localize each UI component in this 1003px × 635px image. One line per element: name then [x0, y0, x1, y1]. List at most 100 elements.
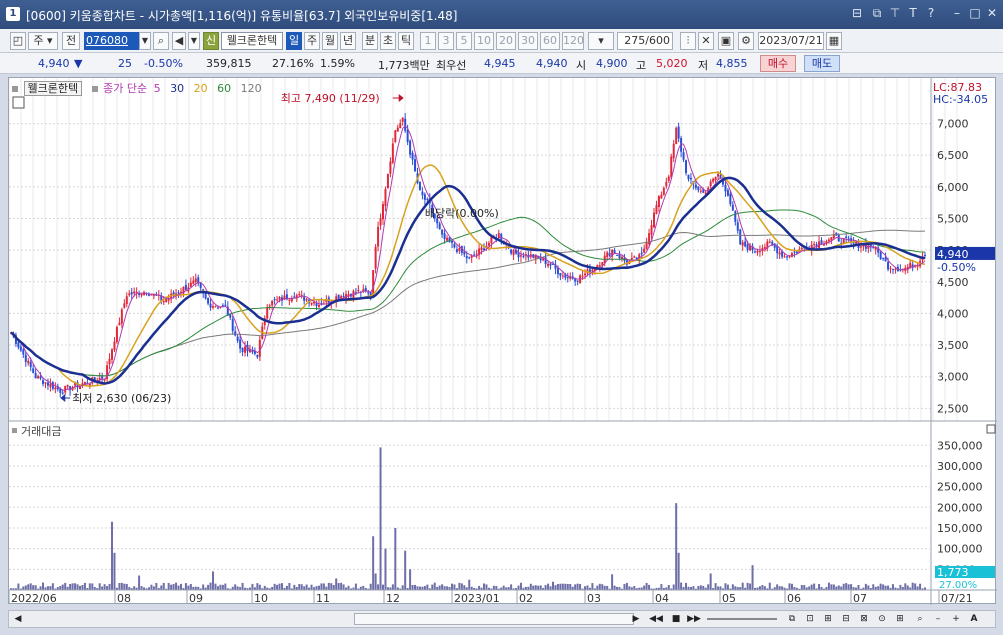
- text-size-icon[interactable]: A: [967, 612, 981, 626]
- maximize-icon[interactable]: □: [968, 6, 982, 20]
- date-field[interactable]: 2023/07/21: [758, 32, 824, 50]
- tab-period-week[interactable]: 주: [304, 32, 320, 50]
- save-icon[interactable]: ▣: [718, 32, 734, 50]
- copy-window-icon[interactable]: ⧉: [870, 6, 884, 20]
- candle-body: [699, 190, 702, 192]
- tab-period-year[interactable]: 년: [340, 32, 356, 50]
- stop-icon[interactable]: ■: [669, 612, 683, 626]
- print-preview-icon[interactable]: ⊠: [857, 612, 871, 626]
- legend-ma20[interactable]: 20: [194, 82, 208, 95]
- chart-icon[interactable]: ⊡: [803, 612, 817, 626]
- legend-ma60[interactable]: 60: [217, 82, 231, 95]
- gear-icon[interactable]: ⚙: [738, 32, 754, 50]
- minimize-icon[interactable]: –: [950, 6, 964, 20]
- legend-stock-name[interactable]: 웰크론한텍: [23, 81, 83, 96]
- interval-select[interactable]: ▾: [588, 32, 614, 50]
- market-type-select[interactable]: 주 ▾: [28, 32, 58, 50]
- tab-period-day[interactable]: 일: [286, 32, 302, 50]
- volume-bar: [118, 583, 121, 590]
- volume-bar: [317, 585, 320, 590]
- new-stock-badge[interactable]: 신: [203, 32, 219, 50]
- volume-bar: [919, 583, 922, 590]
- data-count-field[interactable]: 275/600: [617, 32, 673, 50]
- best-label: 최우선: [436, 59, 467, 72]
- tab-period-minute[interactable]: 분: [362, 32, 378, 50]
- fast-forward-icon[interactable]: ▶▶: [687, 612, 701, 626]
- minute-option[interactable]: 1: [420, 32, 436, 50]
- volume-bar: [478, 585, 481, 590]
- minute-option[interactable]: 3: [438, 32, 454, 50]
- stock-code-input[interactable]: 076080: [84, 32, 139, 50]
- legend-ma-prefix[interactable]: 종가 단순: [103, 82, 147, 95]
- candle-body: [768, 241, 771, 243]
- prev-button[interactable]: 전: [62, 32, 80, 50]
- pane-close-icon: [986, 424, 996, 434]
- crosshair-icon[interactable]: ✕: [698, 32, 714, 50]
- zoom-in-icon[interactable]: +: [949, 612, 963, 626]
- sell-button[interactable]: 매도: [804, 55, 840, 72]
- minute-option[interactable]: 60: [540, 32, 560, 50]
- print-icon[interactable]: ⊟: [839, 612, 853, 626]
- scrollbar-thumb[interactable]: [354, 613, 634, 625]
- speaker-dropdown-icon[interactable]: ▼: [188, 32, 200, 50]
- window-icon[interactable]: ⧉: [785, 612, 799, 626]
- volume-bar: [377, 584, 380, 590]
- stock-chart-svg[interactable]: 7,0006,5006,0005,5005,0004,5004,0003,500…: [8, 78, 997, 610]
- text-icon[interactable]: T: [906, 6, 920, 20]
- volume-bar: [483, 583, 486, 590]
- minute-option[interactable]: 30: [518, 32, 538, 50]
- pin-icon[interactable]: ⊤: [888, 6, 902, 20]
- minute-option[interactable]: 5: [456, 32, 472, 50]
- volume-bar: [300, 584, 303, 590]
- volume-bar: [152, 586, 155, 590]
- zoom-out-icon[interactable]: –: [931, 612, 945, 626]
- candle-body: [712, 178, 715, 182]
- candle-body: [17, 342, 20, 348]
- scroll-right-icon[interactable]: ▶: [629, 612, 643, 626]
- minute-option[interactable]: 20: [496, 32, 516, 50]
- legend-ma30[interactable]: 30: [170, 82, 184, 95]
- tab-period-month[interactable]: 월: [322, 32, 338, 50]
- chevron-down-icon[interactable]: ▼: [139, 32, 151, 50]
- legend-ma120[interactable]: 120: [241, 82, 262, 95]
- help-icon[interactable]: ?: [924, 6, 938, 20]
- candle-body: [859, 246, 862, 248]
- candle-body: [813, 244, 816, 246]
- search-icon[interactable]: ⌕: [913, 612, 927, 626]
- candle-body: [399, 123, 402, 129]
- link-icon[interactable]: ⊟: [850, 6, 864, 20]
- speaker-icon[interactable]: ◀: [172, 32, 186, 50]
- volume-bar: [532, 585, 535, 590]
- scroll-left-icon[interactable]: ◀: [11, 612, 25, 626]
- tab-period-tick[interactable]: 틱: [398, 32, 414, 50]
- legend-ma5[interactable]: 5: [154, 82, 161, 95]
- chart-area[interactable]: 7,0006,5006,0005,5005,0004,5004,0003,500…: [8, 77, 997, 610]
- candle-body: [113, 341, 116, 351]
- minute-option[interactable]: 120: [562, 32, 584, 50]
- y-tick-label: 6,000: [937, 181, 969, 194]
- volume-bar: [579, 584, 582, 590]
- candle-body: [34, 373, 37, 379]
- search-icon[interactable]: ⌕: [153, 32, 169, 50]
- candle-body: [438, 223, 441, 230]
- chart-scrollbar[interactable]: ◀ ▶ ◀◀ ■ ▶▶ ⧉ ⊡ ⊞ ⊟ ⊠ ⊙ ⊞ ⌕ – + A: [8, 610, 996, 628]
- candle-body: [421, 191, 424, 196]
- candle-body: [414, 159, 417, 172]
- minute-option[interactable]: 10: [474, 32, 494, 50]
- zoom-slider[interactable]: [707, 618, 777, 620]
- volume-bar: [613, 585, 616, 590]
- grid-icon[interactable]: ⊞: [893, 612, 907, 626]
- tab-period-second[interactable]: 초: [380, 32, 396, 50]
- close-icon[interactable]: ✕: [985, 6, 999, 20]
- volume-tick-label: 300,000: [937, 460, 983, 473]
- buy-button[interactable]: 매수: [760, 55, 796, 72]
- chart-type-icon[interactable]: ⫶: [680, 32, 696, 50]
- candle-body: [61, 392, 64, 394]
- layout-icon[interactable]: ◰: [10, 32, 26, 50]
- rewind-icon[interactable]: ◀◀: [649, 612, 663, 626]
- min-annotation: 최저 2,630 (06/23): [72, 392, 171, 405]
- tile-icon[interactable]: ⊞: [821, 612, 835, 626]
- volume-bar: [404, 550, 407, 590]
- settings-icon[interactable]: ⊙: [875, 612, 889, 626]
- calendar-icon[interactable]: ▦: [826, 32, 842, 50]
